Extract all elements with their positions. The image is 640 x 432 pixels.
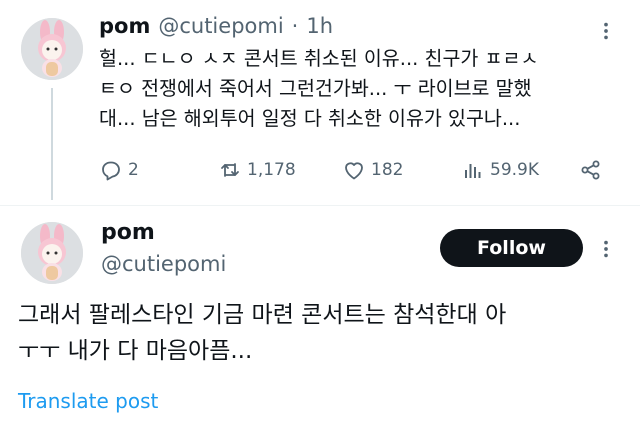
views-icon <box>465 164 481 178</box>
more-options-icon[interactable] <box>593 18 619 44</box>
reply-button[interactable]: 2 <box>99 158 139 182</box>
reply-count: 2 <box>128 160 139 180</box>
translate-post-link[interactable]: Translate post <box>18 389 158 413</box>
repost-button[interactable]: 1,178 <box>218 158 296 182</box>
text-line: ㅌㅇ 전쟁에서 죽어서 그런건가봐... ㅜ 라이브로 말했 <box>99 77 532 100</box>
views-count: 59.9K <box>490 160 539 180</box>
repost-icon <box>221 163 239 177</box>
reply-icon <box>102 161 120 181</box>
like-button[interactable]: 182 <box>342 158 403 182</box>
like-count: 182 <box>371 160 404 180</box>
display-name[interactable]: pom <box>99 14 150 38</box>
views-button[interactable]: 59.9K <box>461 158 539 182</box>
text-line: 대... 남은 해외투어 일정 다 취소한 이유가 있구나... <box>99 107 521 130</box>
avatar-image <box>21 222 83 284</box>
timestamp[interactable]: 1h <box>306 14 333 38</box>
follow-button[interactable]: Follow <box>440 229 583 267</box>
tweet1-header: pom @cutiepomi · 1h <box>99 14 333 38</box>
user-handle[interactable]: @cutiepomi <box>158 14 283 38</box>
tweet1-text: 헐... ㄷㄴㅇ ㅅㅈ 콘서트 취소된 이유... 친구가 ㅍㄹㅅ ㅌㅇ 전쟁에… <box>99 44 619 134</box>
avatar[interactable] <box>21 222 83 284</box>
text-line: ㅜㅜ 내가 다 마음아픔... <box>18 338 253 364</box>
share-icon <box>581 160 600 180</box>
divider <box>0 205 640 206</box>
tweet2-text: 그래서 팔레스타인 기금 마련 콘서트는 참석한대 아 ㅜㅜ 내가 다 마음아픔… <box>18 297 628 369</box>
avatar-image <box>21 18 83 80</box>
text-line: 헐... ㄷㄴㅇ ㅅㅈ 콘서트 취소된 이유... 친구가 ㅍㄹㅅ <box>99 47 539 70</box>
avatar[interactable] <box>21 18 83 80</box>
display-name[interactable]: pom <box>101 220 155 245</box>
user-handle[interactable]: @cutiepomi <box>101 252 226 276</box>
heart-icon <box>345 162 363 180</box>
thread-line <box>51 88 53 200</box>
separator-dot: · <box>291 14 299 38</box>
text-line: 그래서 팔레스타인 기금 마련 콘서트는 참석한대 아 <box>18 302 507 328</box>
repost-count: 1,178 <box>247 160 296 180</box>
more-options-icon[interactable] <box>593 236 619 262</box>
share-button[interactable] <box>579 158 603 182</box>
tweet1-actions: 2 1,178 182 59.9K <box>99 158 614 188</box>
